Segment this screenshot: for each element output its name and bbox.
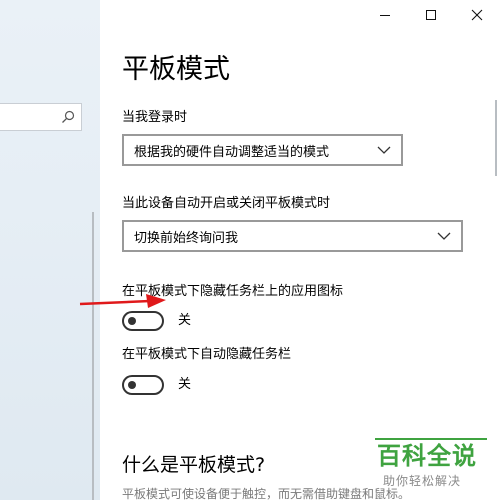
auto-hide-taskbar-toggle[interactable]: [122, 375, 164, 395]
auto-hide-taskbar-state: 关: [178, 377, 192, 392]
close-icon: [471, 9, 483, 21]
login-label: 当我登录时: [122, 110, 188, 125]
nav-scrollbar[interactable]: [92, 212, 94, 500]
minimize-icon: [380, 15, 390, 16]
auto-switch-value: 切换前始终询问我: [134, 230, 239, 246]
chevron-down-icon: [377, 146, 391, 154]
auto-switch-label: 当此设备自动开启或关闭平板模式时: [122, 196, 331, 211]
watermark-tagline: 助你轻松解决: [383, 474, 462, 488]
login-mode-value: 根据我的硬件自动调整适当的模式: [134, 144, 330, 160]
minimize-button[interactable]: [362, 0, 408, 30]
auto-hide-taskbar-label: 在平板模式下自动隐藏任务栏: [122, 347, 292, 362]
red-arrow-annotation: [79, 294, 166, 308]
watermark-brand: 百科全说: [377, 442, 477, 470]
search-box[interactable]: [0, 103, 82, 131]
login-mode-dropdown[interactable]: 根据我的硬件自动调整适当的模式: [122, 134, 403, 166]
search-icon[interactable]: [61, 110, 75, 124]
toggle-knob: [128, 381, 136, 389]
hide-icons-state: 关: [178, 313, 192, 328]
page-title: 平板模式: [122, 54, 230, 85]
watermark-line: [375, 438, 487, 440]
about-section-title: 什么是平板模式?: [122, 454, 266, 476]
close-button[interactable]: [454, 0, 500, 30]
toggle-knob: [128, 317, 136, 325]
navigation-pane: [0, 0, 100, 500]
maximize-icon: [426, 10, 436, 20]
chevron-down-icon: [437, 232, 451, 240]
auto-switch-dropdown[interactable]: 切换前始终询问我: [122, 220, 463, 252]
maximize-button[interactable]: [408, 0, 454, 30]
content-scrollbar[interactable]: [495, 100, 497, 176]
hide-icons-toggle[interactable]: [122, 311, 164, 331]
